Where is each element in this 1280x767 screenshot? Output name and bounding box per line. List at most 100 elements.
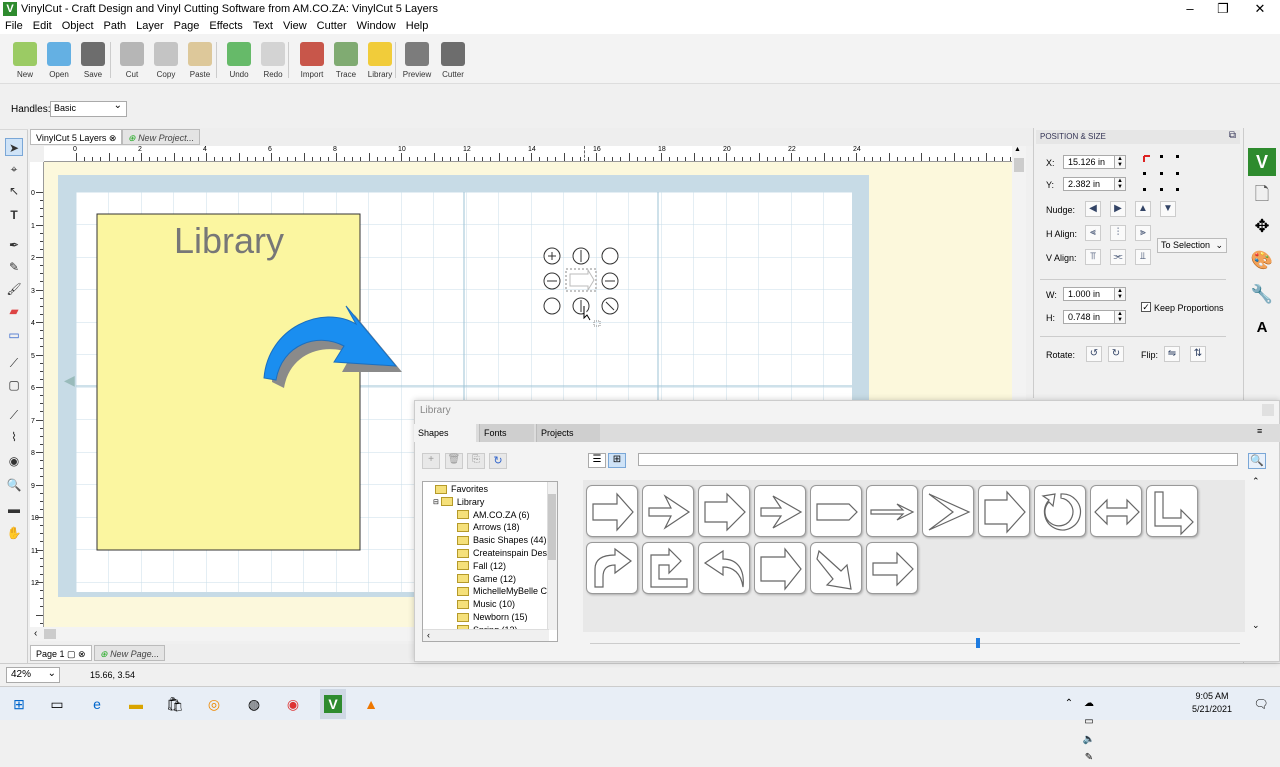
nudge-left-icon[interactable]: ◀ [1085,201,1101,217]
select-tool-icon[interactable]: ➤ [5,138,23,156]
library-shape-4[interactable] [754,485,806,537]
tree-item[interactable]: Game (12) [457,574,516,584]
menu-view[interactable]: View [278,20,312,32]
library-shape-8[interactable] [978,485,1030,537]
tree-item[interactable]: Createinspain Desi [457,548,549,558]
library-shape-17[interactable] [866,542,918,594]
toolbar-cutter-button[interactable]: Cutter [436,40,470,79]
library-shape-7[interactable] [922,485,974,537]
toolbar-undo-button[interactable]: Undo [222,40,256,79]
y-stepper[interactable]: ▲ ▼ [1114,177,1126,191]
library-shape-14[interactable] [698,542,750,594]
tab-vinylcut-5-layers[interactable]: VinylCut 5 Layers ⊗ [30,129,123,145]
new-project-tab[interactable]: ⊕ New Project... [122,129,201,145]
tree-item[interactable]: MichelleMyBelle Cre [457,586,555,596]
height-stepper[interactable]: ▲ ▼ [1114,310,1126,324]
align-top-icon[interactable]: ⫪ [1085,249,1101,265]
toolbar-new-button[interactable]: New [8,40,42,79]
new-page-tab[interactable]: ⊕ New Page... [94,645,166,661]
yellow-rectangle[interactable] [96,213,361,551]
chrome-icon[interactable]: ◉ [284,695,302,713]
flip-horizontal-icon[interactable]: ⇋ [1164,346,1180,362]
menu-window[interactable]: Window [352,20,401,32]
grid-view-icon[interactable]: ⊞ [608,453,626,468]
tree-item[interactable]: AM.CO.ZA (6) [457,510,530,520]
rotate-right-icon[interactable]: ↻ [1108,346,1124,362]
node-tool-icon[interactable]: ⌖ [5,160,23,178]
tree-item[interactable]: Favorites [433,484,488,494]
toolbar-redo-button[interactable]: Redo [256,40,290,79]
menu-help[interactable]: Help [401,20,434,32]
align-center-h-icon[interactable]: ⫶ [1110,225,1126,241]
library-shape-16[interactable] [810,542,862,594]
library-tab-fonts[interactable]: Fonts [479,424,534,442]
tree-item[interactable]: Arrows (18) [457,522,520,532]
windows-start-icon[interactable]: ⊞ [10,695,28,713]
vlc-icon[interactable]: ▲ [362,695,380,713]
text-style-icon[interactable]: A [1248,314,1276,342]
scroll-up-icon[interactable]: ⌃ [1252,476,1260,487]
hand-tool-icon[interactable]: ✋ [5,524,23,542]
tray-chevron-icon[interactable]: ⌃ [1060,695,1078,713]
toolbar-preview-button[interactable]: Preview [400,40,434,79]
library-close-icon[interactable] [1262,404,1274,416]
pen-tool-icon[interactable]: ✒ [5,236,23,254]
delete-icon[interactable]: 🗑 [445,453,463,469]
library-shape-2[interactable] [642,485,694,537]
tab-page-1[interactable]: Page 1 ▢ ⊗ [30,645,92,661]
anchor-point-grid[interactable] [1142,154,1182,194]
vinylcut-taskbar-icon[interactable]: V [320,689,346,719]
nudge-up-icon[interactable]: ▲ [1135,201,1151,217]
minimize-icon[interactable]: – [1172,0,1208,18]
tree-item[interactable]: Newborn (15) [457,612,528,622]
toolbar-open-button[interactable]: Open [42,40,76,79]
tray-icons[interactable]: ☁ ▭ 🔈 ✎ [1080,695,1098,763]
handles-select[interactable]: Basic [50,100,127,117]
library-menu-icon[interactable]: ≡ [1257,426,1262,436]
app-icon[interactable]: ◍ [245,695,263,713]
x-stepper[interactable]: ▲ ▼ [1114,155,1126,169]
search-icon[interactable]: 🔍 [1248,453,1266,469]
library-shape-1[interactable] [586,485,638,537]
edge-icon[interactable]: e [88,695,106,713]
menu-file[interactable]: File [0,20,28,32]
tree-item[interactable]: Fall (12) [457,561,506,571]
library-shape-13[interactable] [642,542,694,594]
text-tool-icon[interactable]: T [5,206,23,224]
scroll-down-icon[interactable]: ⌄ [1252,620,1260,631]
eyedropper-tool-icon[interactable]: ⟋ [5,354,23,372]
knife-tool-icon[interactable]: ⟋ [5,406,23,424]
refresh-icon[interactable]: ↻ [489,453,507,469]
vinylcut-logo-icon[interactable]: V [1248,148,1276,176]
document-icon[interactable]: 🗋 [1248,180,1276,208]
menu-layer[interactable]: Layer [131,20,169,32]
palette-icon[interactable]: 🎨 [1248,246,1276,274]
library-shape-6[interactable] [866,485,918,537]
eraser-tool-icon[interactable]: ▰ [5,302,23,320]
menu-effects[interactable]: Effects [204,20,247,32]
tree-hscrollbar[interactable]: ‹ [423,629,549,641]
y-field[interactable]: 2.382 in [1063,177,1119,191]
rectangle-tool-icon[interactable]: ▭ [5,326,23,344]
flip-vertical-icon[interactable]: ⇅ [1190,346,1206,362]
list-view-icon[interactable]: ☰ [588,453,606,468]
nudge-down-icon[interactable]: ▼ [1160,201,1176,217]
move-icon[interactable]: ✥ [1248,212,1276,240]
toolbar-cut-button[interactable]: Cut [115,40,149,79]
store-icon[interactable]: 🛍 [166,695,184,713]
pencil-tool-icon[interactable]: ✎ [5,258,23,276]
tree-scroll-thumb[interactable] [548,494,556,560]
tree-item[interactable]: ⊟ Library [433,497,484,507]
toolbar-library-button[interactable]: Library [363,40,397,79]
toolbar-import-button[interactable]: Import [295,40,329,79]
tree-item[interactable]: Music (10) [457,599,515,609]
library-text-object[interactable]: Library [174,220,284,262]
menu-cutter[interactable]: Cutter [312,20,352,32]
keep-proportions-checkbox[interactable]: ✓ [1141,302,1151,312]
add-folder-icon[interactable]: + [422,453,440,469]
width-field[interactable]: 1.000 in [1063,287,1119,301]
close-icon[interactable]: ✕ [1242,0,1278,18]
toolbar-save-button[interactable]: Save [76,40,110,79]
rotate-left-icon[interactable]: ↺ [1086,346,1102,362]
x-field[interactable]: 15.126 in [1063,155,1119,169]
